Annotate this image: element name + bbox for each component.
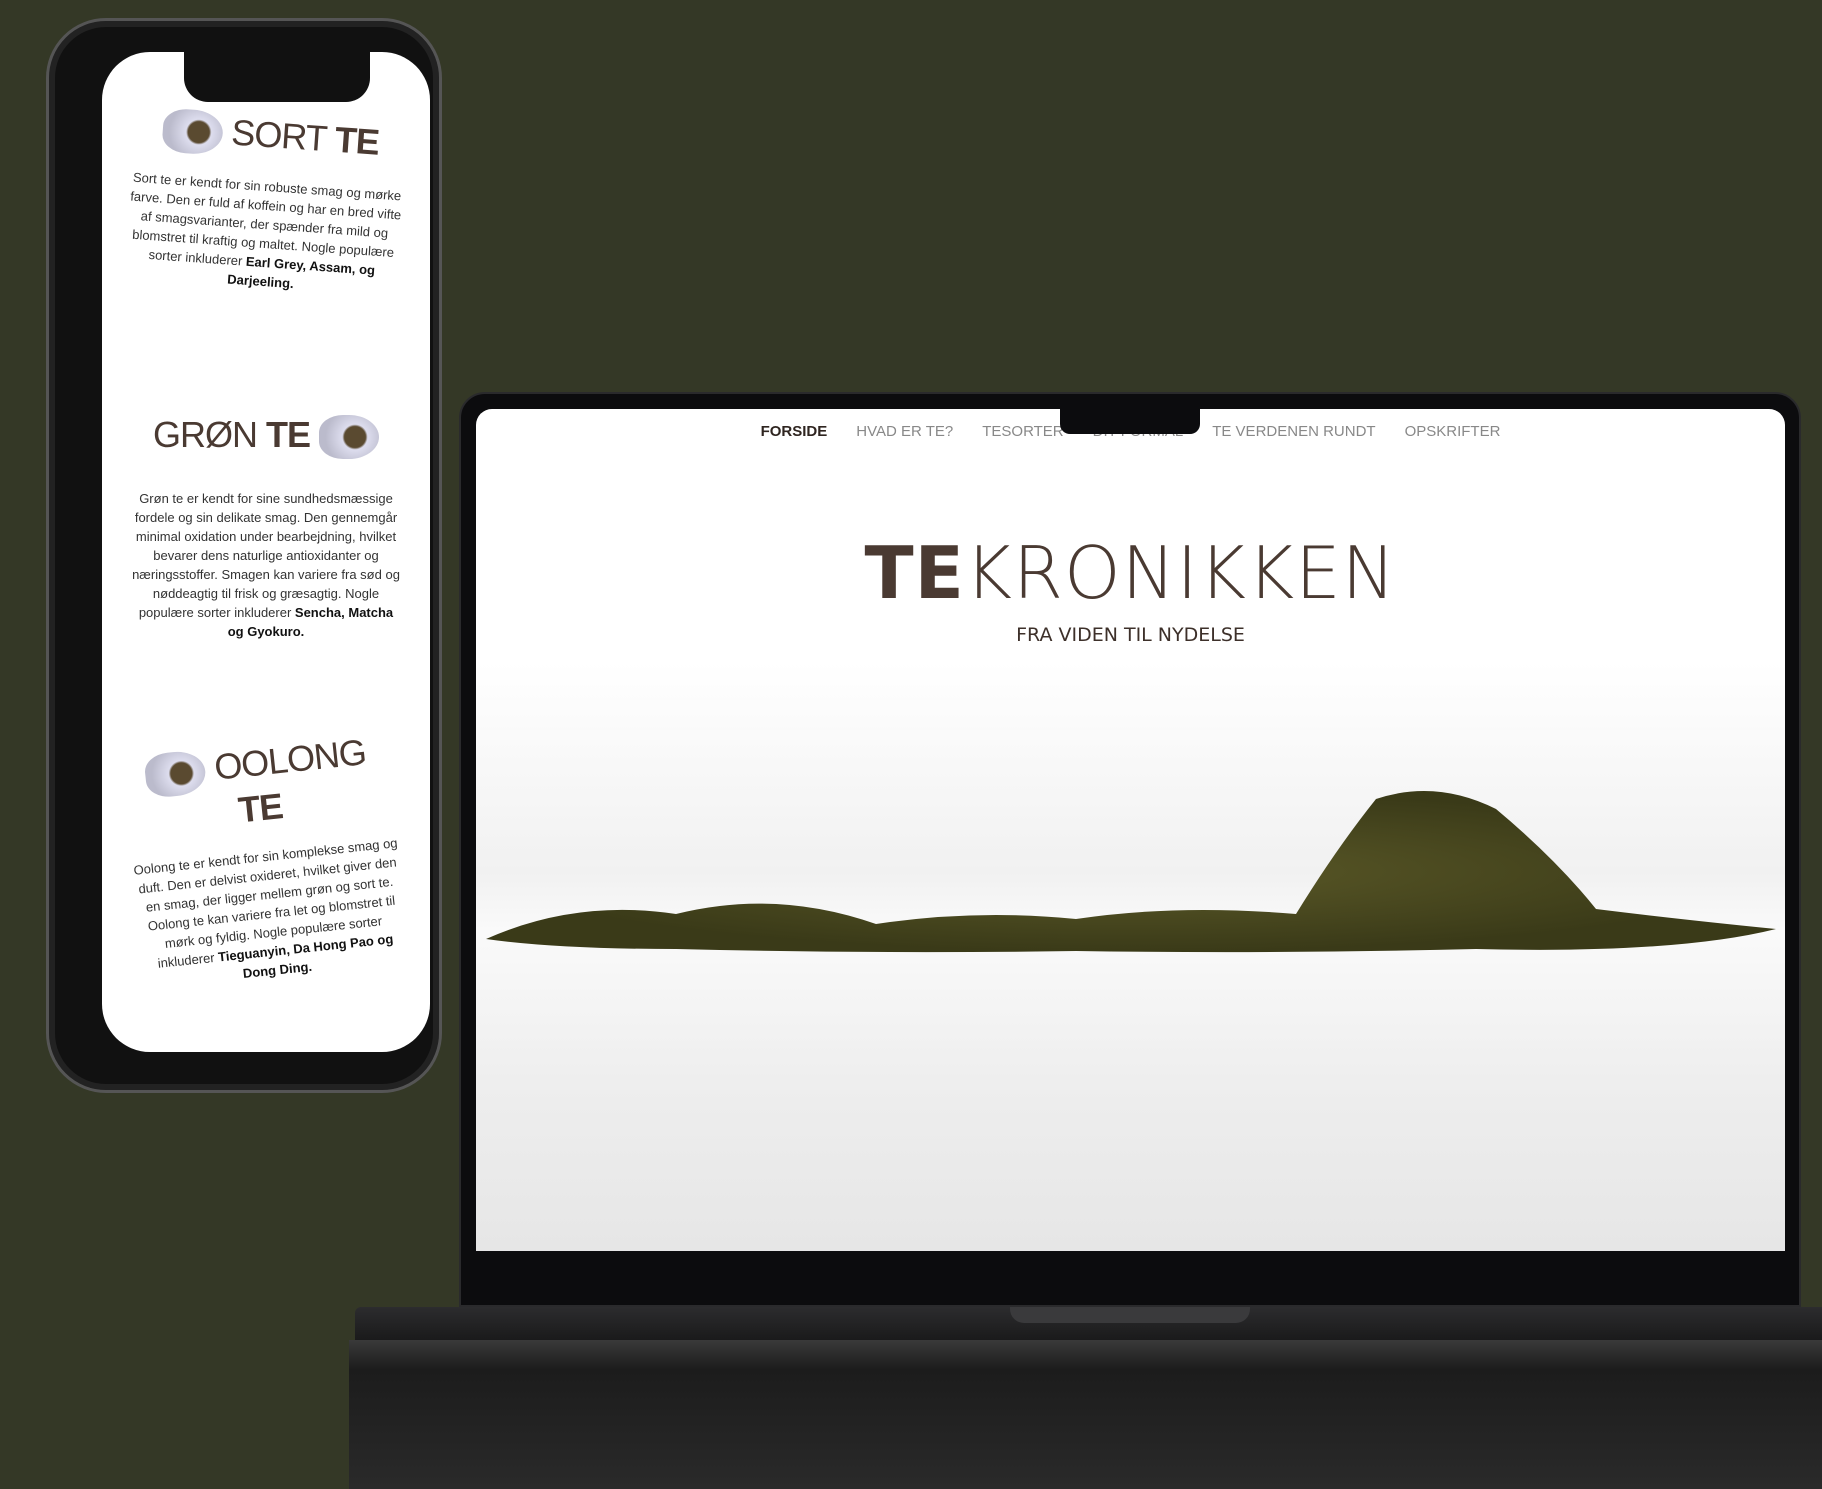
- section-oolong-te: OOLONG TE Oolong te er kendt for sin komp…: [102, 726, 430, 997]
- section-gron-te: GRØN TE Grøn te er kendt for sine sundhe…: [102, 414, 430, 641]
- section-title-bold: TE: [333, 118, 381, 163]
- camera-notch: [1060, 409, 1200, 434]
- nav-hvad-er-te[interactable]: HVAD ER TE?: [856, 423, 953, 440]
- section-title: SORT: [230, 111, 328, 159]
- nav-forside[interactable]: FORSIDE: [761, 423, 828, 440]
- section-title: GRØN: [152, 414, 258, 455]
- laptop-stand: [349, 1340, 1822, 1489]
- section-text: Grøn te er kendt for sine sundhedsmæssig…: [132, 491, 400, 621]
- tea-spoon-icon: [143, 749, 209, 800]
- site-subtitle: FRA VIDEN TIL NYDELSE: [1016, 624, 1245, 646]
- tea-leaves-image: [486, 791, 1776, 953]
- phone-screen: SORT TE Sort te er kendt for sin robuste…: [102, 52, 430, 1052]
- site-title: TEKRONIKKEN: [476, 531, 1785, 615]
- section-title-bold: TE: [265, 414, 311, 455]
- section-sort-te: SORT TE Sort te er kendt for sin robuste…: [102, 103, 430, 303]
- nav-te-verdenen-rundt[interactable]: TE VERDENEN RUNDT: [1212, 423, 1375, 440]
- tea-spoon-icon: [319, 415, 380, 460]
- nav-tesorter[interactable]: TESORTER: [982, 423, 1063, 440]
- section-title: OOLONG: [212, 731, 368, 788]
- title-bold: TE: [864, 531, 965, 615]
- phone-notch: [184, 52, 370, 102]
- laptop-hinge: [1010, 1307, 1250, 1323]
- section-title-bold: TE: [236, 785, 285, 831]
- laptop-screen: FORSIDE HVAD ER TE? TESORTER DIT FORMÅL …: [476, 409, 1785, 1251]
- title-rest: KRONIKKEN: [964, 531, 1397, 615]
- nav-opskrifter[interactable]: OPSKRIFTER: [1405, 423, 1501, 440]
- tea-spoon-icon: [160, 108, 224, 157]
- section-varieties: Earl Grey, Assam, og Darjeeling.: [226, 254, 376, 292]
